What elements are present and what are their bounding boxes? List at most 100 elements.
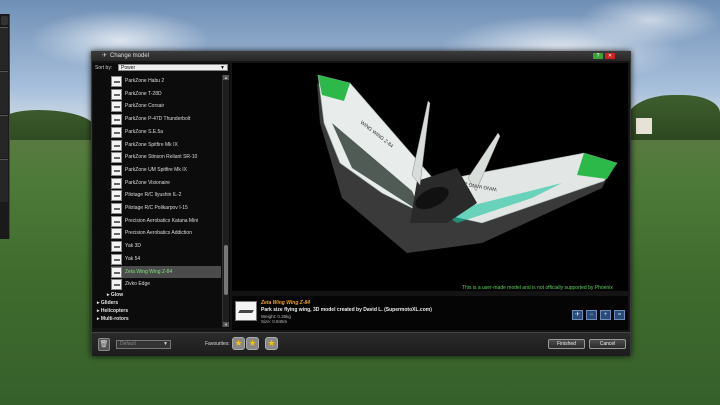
list-scrollbar[interactable]: ▲ ▼: [222, 75, 229, 327]
model-list: ParkZone Habu 2 ParkZone T-28D ParkZone …: [93, 75, 221, 327]
list-item-label: Precision Aerobatics Katana Mini: [125, 217, 199, 224]
model-thumbnail: [111, 126, 122, 138]
list-item-label: Pilotage R/C Polikarpov I-15: [125, 205, 188, 211]
model-thumbnail: [111, 114, 122, 126]
list-item-label: ParkZone Corsair: [125, 103, 165, 110]
list-item[interactable]: Pilotage R/C Polikarpov I-15: [111, 202, 221, 214]
model-thumbnail: [111, 177, 122, 189]
list-item[interactable]: ParkZone Stinson Reliant SR-10: [111, 151, 221, 164]
house: [636, 118, 652, 134]
list-item[interactable]: ParkZone Habu 2: [111, 75, 221, 87]
favourite-star-icon[interactable]: ★: [232, 337, 245, 350]
chevron-down-icon: ▼: [220, 65, 225, 71]
scroll-up-icon[interactable]: ▲: [223, 75, 229, 80]
model-thumbnail: [111, 279, 122, 291]
list-item[interactable]: Precision Aerobatics Katana Mini: [111, 215, 221, 227]
model-preview[interactable]: WING WING Z-84 WING WING Z-84 This is a …: [232, 63, 628, 291]
side-tab[interactable]: [0, 71, 8, 114]
change-model-dialog: ✈ Change model ? ✕ Sort by: Power ▼ Park…: [91, 51, 631, 356]
view-plus-icon[interactable]: +: [600, 310, 611, 320]
category-label: Glow: [110, 292, 124, 298]
model-thumbnail: [111, 88, 122, 100]
view-controls: ✈ − + =: [572, 310, 628, 320]
category-label: Multi-rotors: [100, 316, 129, 322]
list-item-label: Zeta Wing Wing Z-84: [125, 268, 173, 275]
list-item[interactable]: ParkZone S.E.5a: [111, 126, 221, 138]
list-item[interactable]: Zivko Edge: [111, 278, 221, 291]
model-thumbnail: [111, 76, 122, 87]
sort-label: Sort by:: [95, 65, 113, 71]
list-item[interactable]: Pilotage R/C Ilyushin IL-2: [111, 189, 221, 202]
model-thumbnail: [111, 101, 122, 113]
list-item[interactable]: Precision Aerobatics Addiction: [111, 227, 221, 240]
category-gliders[interactable]: ▸ Gliders: [97, 300, 118, 306]
chevron-down-icon: ▼: [163, 341, 168, 347]
list-item[interactable]: Yak 54: [111, 253, 221, 265]
list-item-label: Zivko Edge: [125, 281, 151, 288]
list-item[interactable]: Yak 3D: [111, 240, 221, 253]
side-tab[interactable]: [0, 159, 8, 202]
preset-select[interactable]: Default ▼: [116, 340, 171, 349]
model-thumbnail: [111, 241, 122, 253]
model-thumbnail: [111, 203, 122, 214]
model-description: Park size flying wing, 3D model created …: [261, 307, 432, 313]
category-label: Helicopters: [100, 308, 129, 314]
titlebar: ✈ Change model ? ✕: [92, 52, 630, 61]
sort-value: Power: [121, 65, 136, 71]
user-model-notice: This is a user-made model and is not off…: [462, 285, 613, 291]
list-item[interactable]: ParkZone Visionaire: [111, 177, 221, 189]
side-tab[interactable]: [0, 27, 8, 70]
list-item-label: ParkZone Stinson Reliant SR-10: [125, 154, 198, 161]
flying-wing-render: WING WING Z-84 WING WING Z-84: [317, 74, 618, 253]
model-thumbnail: [111, 215, 122, 227]
close-button[interactable]: ✕: [605, 53, 615, 59]
model-thumbnail: [111, 139, 122, 151]
dialog-footer: 🗑 Default ▼ Favourites: ★ ★ ★ Finished C…: [92, 332, 630, 356]
category-label: Gliders: [100, 300, 119, 306]
list-item-label: ParkZone S.E.5a: [125, 128, 164, 135]
list-item-selected[interactable]: Zeta Wing Wing Z-84: [111, 265, 221, 278]
side-toolbar: [0, 14, 10, 239]
model-thumbnail: [111, 164, 122, 176]
favourite-star-icon[interactable]: ★: [246, 337, 259, 350]
model-size: Size: 0.845m: [261, 319, 288, 324]
model-thumbnail: [111, 190, 122, 202]
favourites-label: Favourites:: [205, 341, 230, 347]
list-item-label: Precision Aerobatics Addiction: [125, 230, 192, 237]
list-item-label: Yak 3D: [125, 243, 142, 250]
side-tab[interactable]: [0, 115, 8, 158]
finished-button[interactable]: Finished: [548, 339, 585, 349]
model-thumbnail: [111, 152, 122, 164]
sort-row: Sort by: Power ▼: [94, 63, 230, 73]
add-favourite-star-icon[interactable]: ★: [265, 337, 278, 350]
model-thumbnail: [111, 253, 122, 265]
scroll-thumb[interactable]: [224, 245, 228, 295]
list-item[interactable]: ParkZone Corsair: [111, 100, 221, 113]
sort-select[interactable]: Power ▼: [118, 64, 228, 71]
list-item[interactable]: ParkZone Spitfire Mk IX: [111, 139, 221, 151]
list-item[interactable]: ParkZone UM Spitfire Mk IX: [111, 164, 221, 176]
category-multi-rotors[interactable]: ▸ Multi-rotors: [97, 316, 129, 322]
list-item-label: ParkZone Spitfire Mk IX: [125, 141, 178, 148]
trash-icon[interactable]: 🗑: [98, 338, 110, 351]
view-plane-icon[interactable]: ✈: [572, 310, 583, 320]
model-name: Zeta Wing Wing Z-84: [261, 300, 311, 306]
list-item[interactable]: ParkZone P-47D Thunderbolt: [111, 113, 221, 126]
category-glow[interactable]: ▸ Glow: [107, 292, 123, 298]
help-button[interactable]: ?: [593, 53, 603, 59]
model-info-thumbnail: [235, 301, 257, 321]
cancel-button[interactable]: Cancel: [589, 339, 626, 349]
list-item-label: ParkZone Habu 2: [125, 78, 165, 84]
view-equal-icon[interactable]: =: [614, 310, 625, 320]
model-browser: Sort by: Power ▼ ParkZone Habu 2 ParkZon…: [93, 63, 230, 328]
model-thumbnail: [111, 266, 122, 278]
side-toolbar-button[interactable]: [1, 16, 8, 25]
category-helicopters[interactable]: ▸ Helicopters: [97, 308, 128, 314]
scroll-down-icon[interactable]: ▼: [223, 322, 229, 327]
preset-value: Default: [120, 341, 136, 347]
model-info-panel: Zeta Wing Wing Z-84 Park size flying win…: [232, 296, 628, 330]
view-minus-icon[interactable]: −: [586, 310, 597, 320]
list-item-label: ParkZone P-47D Thunderbolt: [125, 116, 191, 123]
list-item[interactable]: ParkZone T-28D: [111, 88, 221, 100]
list-item-label: Yak 54: [125, 255, 141, 262]
